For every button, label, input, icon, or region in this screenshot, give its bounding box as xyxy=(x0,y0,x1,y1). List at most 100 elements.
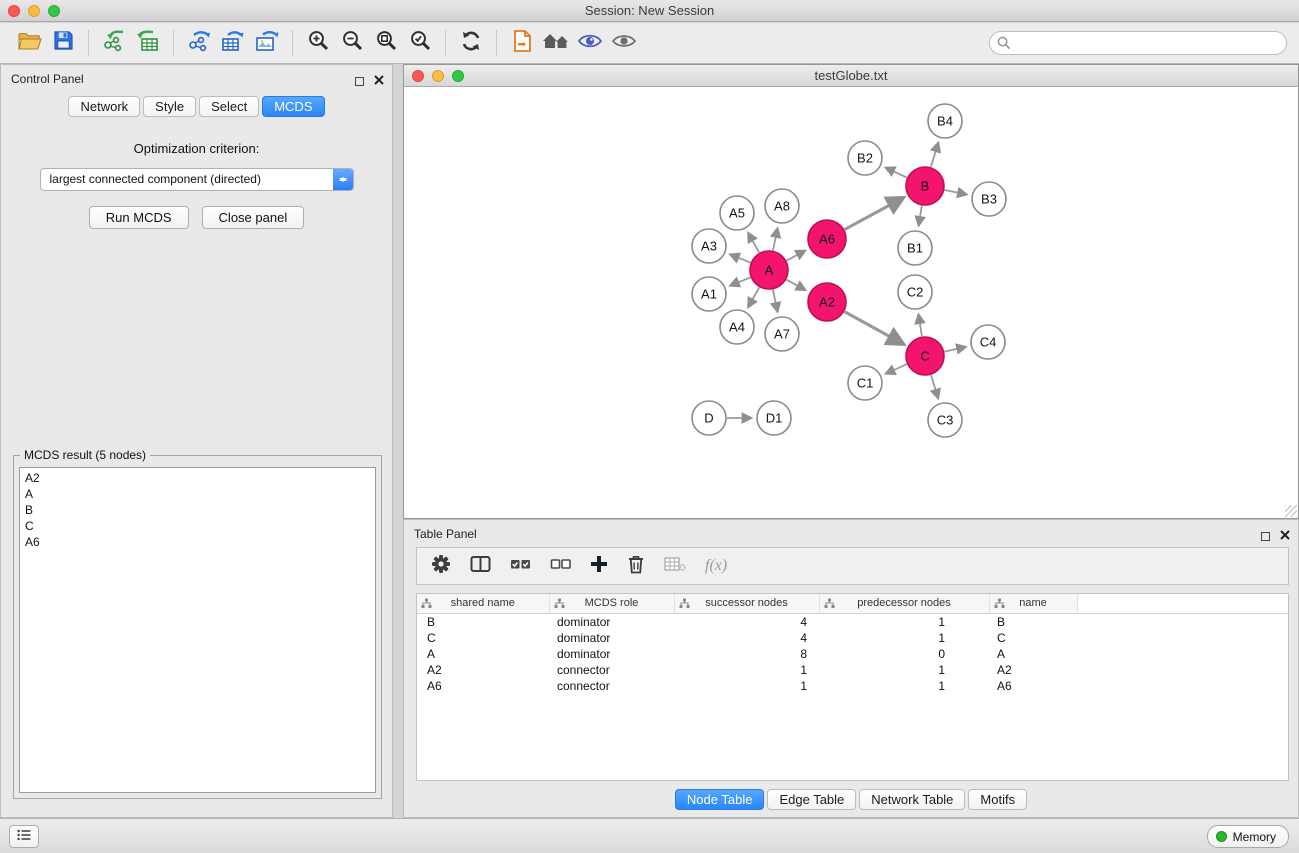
graph-edge-A-A1[interactable] xyxy=(730,277,750,285)
save-session-button[interactable] xyxy=(46,27,80,59)
show-hide-details-button[interactable] xyxy=(607,27,641,59)
tab-mcds[interactable]: MCDS xyxy=(262,96,324,117)
select-all-button[interactable] xyxy=(510,555,531,578)
graph-node-C2[interactable]: C2 xyxy=(898,275,932,309)
list-item[interactable]: C xyxy=(25,518,370,534)
export-table-button[interactable] xyxy=(216,27,250,59)
search-input[interactable] xyxy=(989,31,1287,55)
tab-style[interactable]: Style xyxy=(143,96,196,117)
float-panel-icon[interactable] xyxy=(355,77,364,86)
tab-edge-table[interactable]: Edge Table xyxy=(767,789,856,810)
list-item[interactable]: A xyxy=(25,486,370,502)
graph-edge-C-C1[interactable] xyxy=(886,364,907,373)
show-columns-button[interactable] xyxy=(470,554,491,579)
table-row[interactable]: A6connector11A6 xyxy=(417,678,1288,694)
graph-node-A4[interactable]: A4 xyxy=(720,310,754,344)
task-history-button[interactable] xyxy=(9,825,39,848)
network-window-titlebar[interactable]: testGlobe.txt xyxy=(404,65,1298,87)
close-panel-button[interactable]: Close panel xyxy=(202,206,305,229)
graph-edge-A2-C[interactable] xyxy=(845,312,904,344)
zoom-out-button[interactable] xyxy=(335,27,369,59)
list-item[interactable]: A2 xyxy=(25,470,370,486)
graph-node-B2[interactable]: B2 xyxy=(848,141,882,175)
table-row[interactable]: Bdominator41B xyxy=(417,613,1288,630)
graph-edge-A6-B[interactable] xyxy=(845,198,903,230)
list-item[interactable]: A6 xyxy=(25,534,370,550)
annotation-mode-button[interactable] xyxy=(573,27,607,59)
mcds-result-list[interactable]: A2ABCA6 xyxy=(19,467,376,793)
window-resize-grip[interactable] xyxy=(1285,505,1297,517)
run-mcds-button[interactable]: Run MCDS xyxy=(89,206,189,229)
table-settings-button[interactable] xyxy=(431,554,451,579)
graph-edge-B-B4[interactable] xyxy=(931,143,938,167)
graph-edge-A-A6[interactable] xyxy=(787,251,805,261)
tab-select[interactable]: Select xyxy=(199,96,259,117)
graph-node-A[interactable]: A xyxy=(750,251,788,289)
home-button[interactable] xyxy=(539,27,573,59)
graph-edge-C-C3[interactable] xyxy=(931,375,938,398)
graph-node-C3[interactable]: C3 xyxy=(928,403,962,437)
graph-node-A1[interactable]: A1 xyxy=(692,277,726,311)
graph-edge-B-B1[interactable] xyxy=(919,206,922,226)
column-header[interactable]: name xyxy=(989,594,1077,613)
open-document-button[interactable] xyxy=(505,27,539,59)
tab-motifs[interactable]: Motifs xyxy=(968,789,1027,810)
graph-edge-B-B3[interactable] xyxy=(945,190,967,194)
column-header[interactable]: shared name xyxy=(417,594,549,613)
column-header[interactable]: predecessor nodes xyxy=(819,594,989,613)
create-column-button[interactable] xyxy=(590,555,608,578)
graph-node-A8[interactable]: A8 xyxy=(765,189,799,223)
memory-button[interactable]: Memory xyxy=(1207,825,1289,848)
tab-network[interactable]: Network xyxy=(68,96,140,117)
graph-node-A3[interactable]: A3 xyxy=(692,229,726,263)
graph-node-A2[interactable]: A2 xyxy=(808,283,846,321)
column-header[interactable]: successor nodes xyxy=(674,594,819,613)
graph-edge-C-C4[interactable] xyxy=(945,347,966,352)
apply-layout-button[interactable] xyxy=(454,27,488,59)
import-network-button[interactable] xyxy=(97,27,131,59)
graph-node-D[interactable]: D xyxy=(692,401,726,435)
deselect-all-button[interactable] xyxy=(550,555,571,578)
graph-node-C1[interactable]: C1 xyxy=(848,366,882,400)
graph-edge-C-C2[interactable] xyxy=(919,315,922,337)
graph-node-A5[interactable]: A5 xyxy=(720,196,754,230)
table-row[interactable]: Cdominator41C xyxy=(417,630,1288,646)
zoom-selected-button[interactable] xyxy=(403,27,437,59)
graph-edge-A-A7[interactable] xyxy=(773,290,777,312)
close-table-panel-icon[interactable] xyxy=(1280,527,1290,545)
graph-edge-A-A3[interactable] xyxy=(730,255,750,263)
graph-node-B1[interactable]: B1 xyxy=(898,231,932,265)
export-network-button[interactable] xyxy=(182,27,216,59)
function-builder-button[interactable]: f(x) xyxy=(705,557,727,575)
table-row[interactable]: Adominator80A xyxy=(417,646,1288,662)
graph-edge-A-A4[interactable] xyxy=(748,287,759,307)
column-header[interactable]: MCDS role xyxy=(549,594,674,613)
network-canvas[interactable]: A A1 A2 A3 A4 A5 A6 A7 A8 B B1 B2 B3 B4 C C1 C2 C3 C4 D D1 xyxy=(404,88,1298,518)
graph-edge-A-A8[interactable] xyxy=(773,229,777,251)
close-panel-icon[interactable] xyxy=(374,72,384,90)
graph-node-B3[interactable]: B3 xyxy=(972,182,1006,216)
float-table-panel-icon[interactable] xyxy=(1261,532,1270,541)
criterion-dropdown[interactable]: largest connected component (directed) xyxy=(40,168,354,191)
network-graph[interactable]: A A1 A2 A3 A4 A5 A6 A7 A8 B B1 B2 B3 B4 C C1 C2 C3 C4 D D1 xyxy=(404,88,1298,518)
graph-node-A6[interactable]: A6 xyxy=(808,220,846,258)
graph-node-B[interactable]: B xyxy=(906,167,944,205)
graph-node-D1[interactable]: D1 xyxy=(757,401,791,435)
export-image-button[interactable] xyxy=(250,27,284,59)
delete-column-button[interactable] xyxy=(627,554,645,579)
tab-node-table[interactable]: Node Table xyxy=(675,789,765,810)
graph-edge-B-B2[interactable] xyxy=(886,168,907,178)
graph-node-B4[interactable]: B4 xyxy=(928,104,962,138)
table-row[interactable]: A2connector11A2 xyxy=(417,662,1288,678)
tab-network-table[interactable]: Network Table xyxy=(859,789,965,810)
graph-edge-A-A5[interactable] xyxy=(748,233,759,253)
list-item[interactable]: B xyxy=(25,502,370,518)
open-session-button[interactable] xyxy=(12,27,46,59)
zoom-fit-button[interactable] xyxy=(369,27,403,59)
zoom-in-button[interactable] xyxy=(301,27,335,59)
graph-node-A7[interactable]: A7 xyxy=(765,317,799,351)
graph-node-C[interactable]: C xyxy=(906,337,944,375)
graph-edge-A-A2[interactable] xyxy=(787,280,806,290)
clear-table-button[interactable] xyxy=(664,555,686,578)
graph-node-C4[interactable]: C4 xyxy=(971,325,1005,359)
